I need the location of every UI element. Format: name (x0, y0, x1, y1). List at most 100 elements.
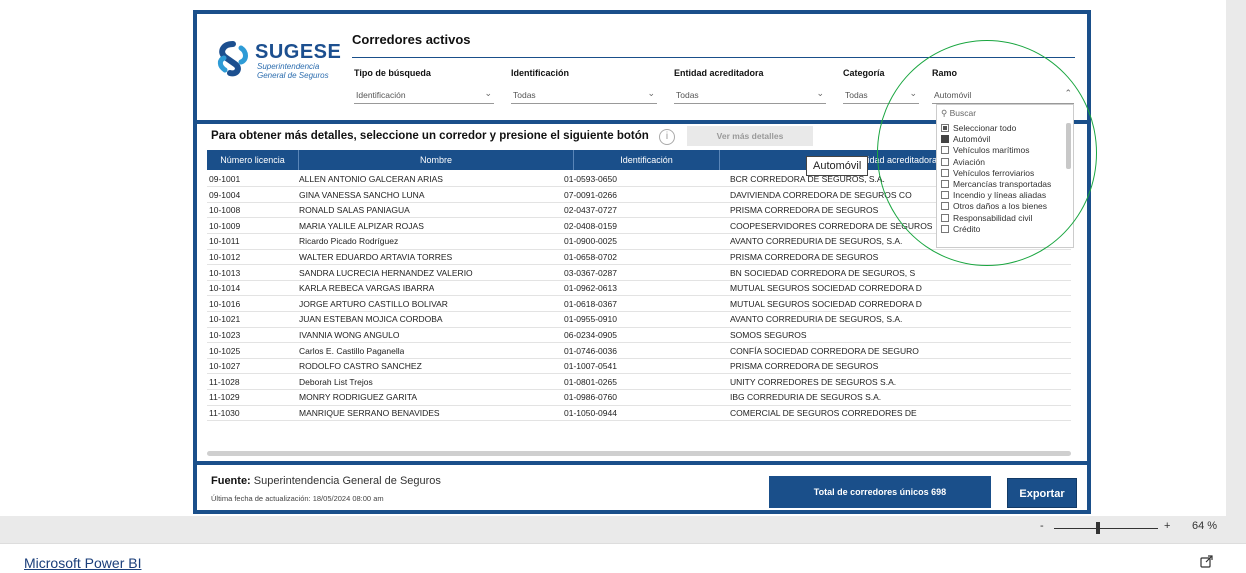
checkbox[interactable] (941, 191, 949, 200)
zoom-in-button[interactable]: + (1164, 520, 1170, 532)
cell-nombre: IVANNIA WONG ANGULO (299, 330, 400, 340)
cell-licencia: 10-1009 (209, 220, 241, 231)
table-row[interactable]: 11-1029 MONRY RODRIGUEZ GARITA 01-0986-076… (207, 390, 1071, 406)
cell-entidad: AVANTO CORREDURIA DE SEGUROS, S.A. (730, 236, 903, 247)
dropdown-item-label: Seleccionar todo (953, 123, 1017, 133)
column-header-nombre[interactable]: Nombre (299, 150, 574, 170)
dropdown-search[interactable]: ⚲ Buscar (941, 108, 976, 119)
cell-nombre: MONRY RODRIGUEZ GARITA (299, 392, 418, 403)
zoom-slider-track[interactable] (1054, 528, 1158, 529)
table-row[interactable]: 10-1021 JUAN ESTEBAN MOJICA CORDOBA 01-095… (207, 312, 1071, 328)
dropdown-item[interactable]: Crédito (941, 224, 980, 235)
cell-identificacion: 01-0746-0036 (564, 345, 617, 356)
filter-select-categoria[interactable]: Todas ⌄ (843, 88, 919, 104)
filter-select-identificacion[interactable]: Todas ⌄ (511, 88, 657, 104)
dropdown-item[interactable]: Aviación (941, 157, 985, 168)
cell-nombre: RONALD SALAS PANIAGUA (299, 205, 410, 216)
cell-licencia: 10-1013 (209, 267, 241, 278)
cell-licencia: 11-1028 (209, 376, 240, 387)
dropdown-item[interactable]: Seleccionar todo (941, 123, 1016, 134)
table-row[interactable]: 10-1023 IVANNIA WONG ANGULO 06-0234-0905 SO… (207, 328, 1071, 344)
details-button[interactable]: Ver más detalles (687, 126, 813, 146)
chevron-up-icon: ⌃ (1064, 88, 1072, 98)
dropdown-item[interactable]: Vehículos marítimos (941, 145, 1030, 156)
dropdown-item[interactable]: Responsabilidad civil (941, 213, 1032, 224)
dropdown-item[interactable]: Incendio y líneas aliadas (941, 190, 1046, 201)
checkbox[interactable] (941, 146, 949, 155)
details-prompt: Para obtener más detalles, seleccione un… (211, 130, 649, 142)
table-row[interactable]: 11-1028 Deborah List Trejos 01-0801-0265 UN… (207, 375, 1071, 391)
column-header-licencia[interactable]: Número licencia (207, 150, 299, 170)
cell-identificacion: 02-0408-0159 (564, 220, 617, 231)
cell-identificacion: 01-0618-0367 (564, 298, 617, 309)
filter-select-tipo[interactable]: Identificación ⌄ (354, 88, 494, 104)
cell-nombre: KARLA REBECA VARGAS IBARRA (299, 283, 435, 294)
chevron-down-icon: ⌄ (909, 88, 917, 98)
cell-entidad: UNITY CORREDORES DE SEGUROS S.A. (730, 376, 897, 387)
title-divider (352, 57, 1075, 58)
cell-nombre: Carlos E. Castillo Paganella (299, 345, 405, 356)
ramo-dropdown-list[interactable]: ⚲ Buscar Seleccionar todo Automóvil Vehícu… (936, 104, 1074, 248)
table-row[interactable]: 10-1016 JORGE ARTURO CASTILLO BOLIVAR 01-0… (207, 297, 1071, 313)
checkbox[interactable] (941, 202, 949, 211)
cell-entidad: BN SOCIEDAD CORREDORA DE SEGUROS, S (730, 267, 916, 278)
dropdown-item-label: Aviación (953, 156, 985, 167)
checkbox[interactable] (941, 168, 949, 177)
checkbox[interactable] (941, 180, 949, 188)
cell-entidad: COMERCIAL DE SEGUROS CORREDORES DE (730, 408, 917, 418)
dropdown-item-label: Mercancías transportadas (953, 179, 1052, 189)
table-row[interactable]: 11-1030 MANRIQUE SERRANO BENAVIDES 01-1050… (207, 406, 1071, 422)
column-header-identificacion[interactable]: Identificación (574, 150, 720, 170)
cell-nombre: SANDRA LUCRECIA HERNANDEZ VALERIO (299, 267, 473, 278)
zoom-slider-thumb[interactable] (1096, 522, 1100, 534)
dropdown-item[interactable]: Mercancías transportadas (941, 179, 1051, 190)
filter-value: Todas (676, 90, 699, 100)
table-row[interactable]: 10-1013 SANDRA LUCRECIA HERNANDEZ VALERIO… (207, 266, 1071, 281)
logo-name: SUGESE (255, 41, 342, 63)
cell-nombre: MANRIQUE SERRANO BENAVIDES (299, 408, 440, 418)
cell-licencia: 11-1029 (209, 392, 240, 403)
filter-value: Automóvil (934, 90, 972, 100)
dropdown-item-label: Incendio y líneas aliadas (953, 190, 1047, 201)
cell-licencia: 10-1016 (209, 298, 241, 309)
filter-value: Identificación (356, 90, 406, 100)
cell-identificacion: 01-0900-0025 (564, 236, 617, 247)
checkbox[interactable] (941, 157, 949, 166)
dropdown-item[interactable]: Otros daños a los bienes (941, 201, 1047, 212)
tooltip: Automóvil (806, 156, 869, 176)
share-icon[interactable] (1200, 554, 1214, 568)
dropdown-item[interactable]: Vehículos ferroviarios (941, 168, 1034, 179)
export-button[interactable]: Exportar (1007, 478, 1077, 508)
filter-select-entidad[interactable]: Todas ⌄ (674, 88, 826, 104)
checkbox[interactable] (941, 224, 949, 233)
source-text: Fuente: Superintendencia General de Segu… (211, 475, 441, 487)
table-row[interactable]: 10-1027 RODOLFO CASTRO SANCHEZ 01-1007-054… (207, 359, 1071, 375)
total-brokers-card: Total de corredores únicos 698 (769, 476, 991, 508)
report-title: Corredores activos (352, 32, 471, 47)
cell-identificacion: 02-0437-0727 (564, 205, 617, 216)
checkbox[interactable] (941, 124, 949, 132)
cell-identificacion: 01-0658-0702 (564, 252, 617, 262)
table-horizontal-scrollbar[interactable] (207, 451, 1071, 456)
cell-identificacion: 07-0091-0266 (564, 189, 617, 200)
filter-label-identificacion: Identificación (511, 68, 570, 78)
table-row[interactable]: 10-1025 Carlos E. Castillo Paganella 01-07… (207, 344, 1071, 359)
zoom-out-button[interactable]: - (1040, 520, 1044, 532)
power-bi-link[interactable]: Microsoft Power BI (24, 555, 141, 571)
cell-licencia: 10-1008 (209, 205, 241, 216)
cell-licencia: 10-1012 (209, 252, 241, 262)
filter-select-ramo[interactable]: Automóvil ⌃ (932, 88, 1074, 104)
cell-licencia: 09-1001 (209, 174, 241, 184)
dropdown-item-label: Vehículos marítimos (953, 145, 1030, 156)
chevron-down-icon: ⌄ (484, 88, 492, 98)
info-icon[interactable]: i (659, 129, 675, 145)
cell-identificacion: 01-0955-0910 (564, 314, 617, 325)
dropdown-item[interactable]: Automóvil (941, 134, 990, 145)
checkbox[interactable] (941, 213, 949, 222)
cell-entidad: PRISMA CORREDORA DE SEGUROS (730, 361, 879, 372)
dropdown-scrollbar[interactable] (1066, 123, 1071, 169)
table-row[interactable]: 10-1012 WALTER EDUARDO ARTAVIA TORRES 01-0… (207, 250, 1071, 266)
cell-licencia: 10-1027 (209, 361, 241, 372)
table-row[interactable]: 10-1014 KARLA REBECA VARGAS IBARRA 01-0962… (207, 281, 1071, 297)
checkbox[interactable] (941, 135, 949, 144)
